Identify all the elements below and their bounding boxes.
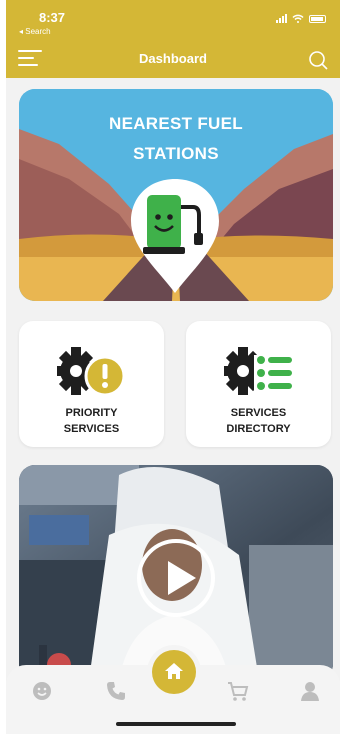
- fuel-card-title: NEAREST FUEL STATIONS: [19, 109, 333, 169]
- video-card[interactable]: [19, 465, 333, 680]
- nearest-fuel-stations-card[interactable]: NEAREST FUEL STATIONS: [19, 89, 333, 301]
- search-icon[interactable]: [308, 50, 328, 70]
- back-to-search-link[interactable]: ◂ Search: [19, 27, 51, 36]
- services-directory-label: SERVICES DIRECTORY: [226, 407, 291, 435]
- app-header: 8:37 ◂ Search Dashboard: [6, 0, 340, 78]
- fuel-title-line-1: NEAREST FUEL: [109, 114, 243, 133]
- cart-icon[interactable]: [226, 679, 250, 703]
- services-directory-tile[interactable]: SERVICES DIRECTORY: [186, 321, 331, 447]
- gear-list-icon: [224, 347, 294, 395]
- profile-icon[interactable]: [298, 679, 322, 703]
- home-indicator: [116, 722, 236, 726]
- gear-exclamation-icon: [57, 347, 126, 397]
- home-icon: [165, 663, 183, 679]
- status-time: 8:37: [39, 10, 66, 25]
- fuel-pump-smiley-icon: [131, 179, 219, 293]
- home-button[interactable]: [152, 650, 196, 694]
- fuel-title-line-2: STATIONS: [133, 144, 219, 163]
- battery-icon: [309, 14, 326, 23]
- status-icons: [276, 14, 326, 23]
- wifi-icon: [292, 14, 304, 23]
- page-title: Dashboard: [139, 51, 207, 66]
- app-screen: 8:37 ◂ Search Dashboard NEAREST FUEL STA…: [6, 0, 340, 734]
- smiley-icon[interactable]: [30, 679, 54, 703]
- priority-services-label: PRIORITY SERVICES: [63, 407, 120, 435]
- phone-icon[interactable]: [104, 679, 128, 703]
- priority-services-tile[interactable]: PRIORITY SERVICES: [19, 321, 164, 447]
- signal-icon: [276, 14, 287, 23]
- play-icon[interactable]: [137, 539, 215, 617]
